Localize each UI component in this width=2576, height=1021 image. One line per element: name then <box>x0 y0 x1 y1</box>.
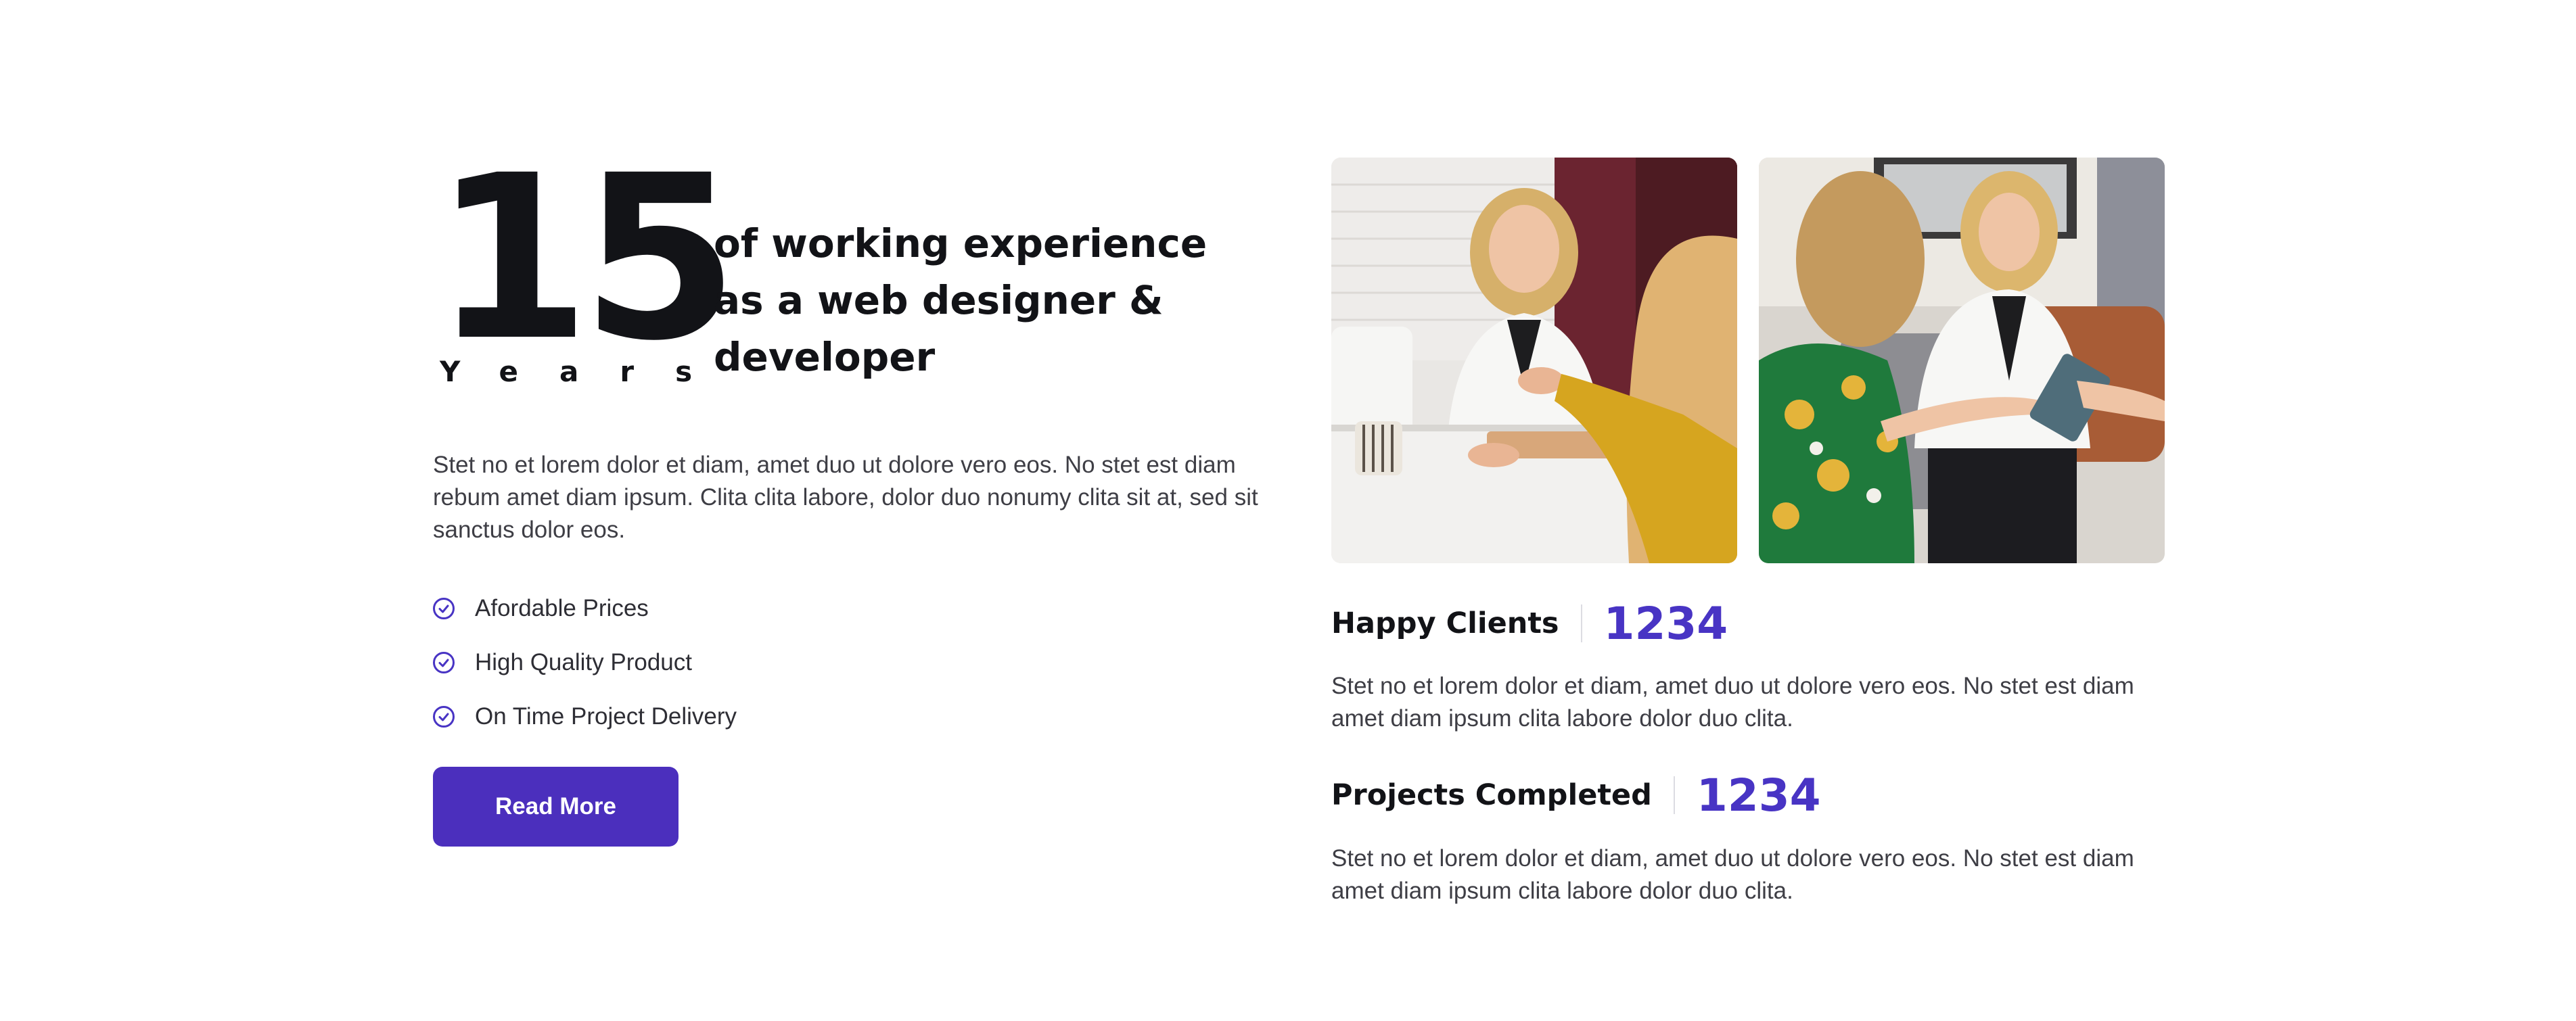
meeting-photo <box>1759 158 2165 563</box>
feature-label: On Time Project Delivery <box>475 703 737 730</box>
feature-item: High Quality Product <box>433 636 737 690</box>
experience-heading: of working experience as a web designer … <box>714 220 1208 380</box>
feature-label: High Quality Product <box>475 649 692 675</box>
stat-happy-clients: Happy Clients 1234 <box>1331 596 1728 650</box>
meeting-image <box>1759 158 2165 563</box>
intro-paragraph: Stet no et lorem dolor et diam, amet duo… <box>433 452 1258 543</box>
check-circle-icon <box>433 652 455 673</box>
feature-item: On Time Project Delivery <box>433 690 737 744</box>
stat-divider <box>1580 604 1582 642</box>
handshake-image <box>1331 158 1737 563</box>
stat-label: Projects Completed <box>1331 778 1652 812</box>
stat-label: Happy Clients <box>1331 607 1559 640</box>
stat-value: 1234 <box>1603 597 1728 650</box>
feature-label: Afordable Prices <box>475 595 649 621</box>
feature-item: Afordable Prices <box>433 581 737 636</box>
years-number: 15 <box>433 127 739 391</box>
stat-value: 1234 <box>1696 769 1821 822</box>
stat-description: Stet no et lorem dolor et diam, amet duo… <box>1331 845 2134 904</box>
experience-block: 15 Years of working experience as a web … <box>433 127 1245 391</box>
handshake-photo <box>1331 158 1737 563</box>
check-circle-icon <box>433 598 455 619</box>
read-more-button[interactable]: Read More <box>433 767 678 847</box>
years-label: Years <box>440 355 734 388</box>
about-section: 15 Years of working experience as a web … <box>0 0 2576 1021</box>
feature-list: Afordable Prices High Quality Product On… <box>433 581 737 744</box>
stat-description: Stet no et lorem dolor et diam, amet duo… <box>1331 673 2134 732</box>
stat-divider <box>1673 776 1675 814</box>
check-circle-icon <box>433 706 455 728</box>
stat-projects-completed: Projects Completed 1234 <box>1331 768 1821 822</box>
